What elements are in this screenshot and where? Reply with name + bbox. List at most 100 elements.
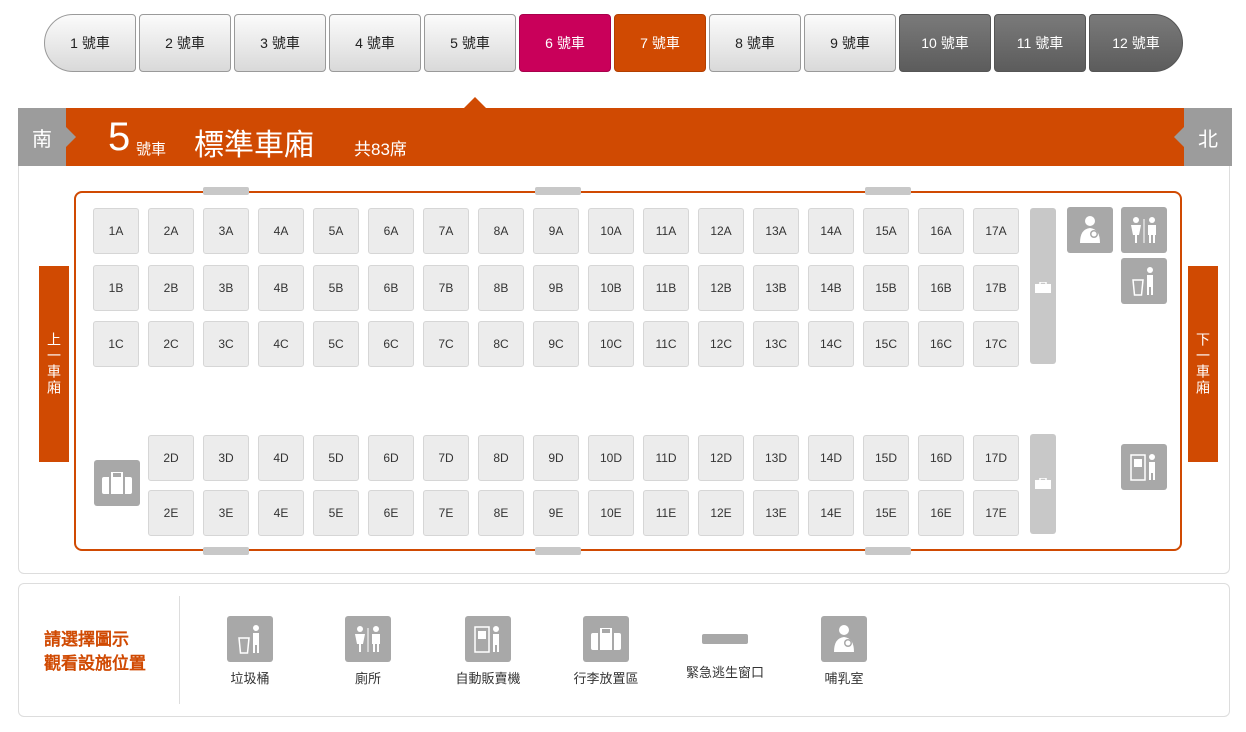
seat-15b[interactable]: 15B — [863, 265, 909, 311]
luggage-rack[interactable] — [1030, 208, 1056, 364]
seat-6d[interactable]: 6D — [368, 435, 414, 481]
seat-17c[interactable]: 17C — [973, 321, 1019, 367]
trash-can[interactable] — [1121, 258, 1167, 304]
seat-13d[interactable]: 13D — [753, 435, 799, 481]
seat-11a[interactable]: 11A — [643, 208, 689, 254]
seat-9c[interactable]: 9C — [533, 321, 579, 367]
tab-car-2[interactable]: 2 號車 — [139, 14, 231, 72]
seat-4d[interactable]: 4D — [258, 435, 304, 481]
seat-13a[interactable]: 13A — [753, 208, 799, 254]
seat-10b[interactable]: 10B — [588, 265, 634, 311]
seat-13b[interactable]: 13B — [753, 265, 799, 311]
seat-16d[interactable]: 16D — [918, 435, 964, 481]
nursing-room[interactable] — [1067, 207, 1113, 253]
seat-5a[interactable]: 5A — [313, 208, 359, 254]
seat-15a[interactable]: 15A — [863, 208, 909, 254]
tab-car-12[interactable]: 12 號車 — [1089, 14, 1183, 72]
seat-15d[interactable]: 15D — [863, 435, 909, 481]
seat-4b[interactable]: 4B — [258, 265, 304, 311]
seat-1b[interactable]: 1B — [93, 265, 139, 311]
seat-12a[interactable]: 12A — [698, 208, 744, 254]
legend-nursing-room[interactable]: 哺乳室 — [794, 616, 894, 687]
seat-9d[interactable]: 9D — [533, 435, 579, 481]
vending-machine[interactable] — [1121, 444, 1167, 490]
seat-5b[interactable]: 5B — [313, 265, 359, 311]
seat-8a[interactable]: 8A — [478, 208, 524, 254]
tab-car-1[interactable]: 1 號車 — [44, 14, 136, 72]
seat-12d[interactable]: 12D — [698, 435, 744, 481]
seat-14a[interactable]: 14A — [808, 208, 854, 254]
seat-7d[interactable]: 7D — [423, 435, 469, 481]
seat-4e[interactable]: 4E — [258, 490, 304, 536]
seat-10d[interactable]: 10D — [588, 435, 634, 481]
seat-9e[interactable]: 9E — [533, 490, 579, 536]
restroom[interactable] — [1121, 207, 1167, 253]
seat-17d[interactable]: 17D — [973, 435, 1019, 481]
seat-3c[interactable]: 3C — [203, 321, 249, 367]
seat-17b[interactable]: 17B — [973, 265, 1019, 311]
tab-car-5[interactable]: 5 號車 — [424, 14, 516, 72]
seat-12c[interactable]: 12C — [698, 321, 744, 367]
seat-17a[interactable]: 17A — [973, 208, 1019, 254]
seat-4c[interactable]: 4C — [258, 321, 304, 367]
seat-12e[interactable]: 12E — [698, 490, 744, 536]
seat-11e[interactable]: 11E — [643, 490, 689, 536]
luggage-area[interactable] — [94, 460, 140, 506]
seat-8c[interactable]: 8C — [478, 321, 524, 367]
tab-car-3[interactable]: 3 號車 — [234, 14, 326, 72]
seat-10a[interactable]: 10A — [588, 208, 634, 254]
seat-2c[interactable]: 2C — [148, 321, 194, 367]
seat-1c[interactable]: 1C — [93, 321, 139, 367]
tab-car-6[interactable]: 6 號車 — [519, 14, 611, 72]
seat-8b[interactable]: 8B — [478, 265, 524, 311]
seat-14c[interactable]: 14C — [808, 321, 854, 367]
seat-12b[interactable]: 12B — [698, 265, 744, 311]
legend-vending-machine[interactable]: 自動販賣機 — [438, 616, 538, 687]
seat-14e[interactable]: 14E — [808, 490, 854, 536]
tab-car-8[interactable]: 8 號車 — [709, 14, 801, 72]
seat-3e[interactable]: 3E — [203, 490, 249, 536]
seat-13e[interactable]: 13E — [753, 490, 799, 536]
seat-14b[interactable]: 14B — [808, 265, 854, 311]
seat-13c[interactable]: 13C — [753, 321, 799, 367]
seat-2d[interactable]: 2D — [148, 435, 194, 481]
seat-7c[interactable]: 7C — [423, 321, 469, 367]
seat-2b[interactable]: 2B — [148, 265, 194, 311]
seat-2e[interactable]: 2E — [148, 490, 194, 536]
tab-car-9[interactable]: 9 號車 — [804, 14, 896, 72]
seat-3b[interactable]: 3B — [203, 265, 249, 311]
seat-6a[interactable]: 6A — [368, 208, 414, 254]
seat-2a[interactable]: 2A — [148, 208, 194, 254]
seat-16c[interactable]: 16C — [918, 321, 964, 367]
seat-17e[interactable]: 17E — [973, 490, 1019, 536]
tab-car-4[interactable]: 4 號車 — [329, 14, 421, 72]
seat-6b[interactable]: 6B — [368, 265, 414, 311]
seat-11d[interactable]: 11D — [643, 435, 689, 481]
tab-car-11[interactable]: 11 號車 — [994, 14, 1086, 72]
seat-6e[interactable]: 6E — [368, 490, 414, 536]
legend-luggage-area[interactable]: 行李放置區 — [556, 616, 656, 687]
seat-7e[interactable]: 7E — [423, 490, 469, 536]
seat-1a[interactable]: 1A — [93, 208, 139, 254]
seat-6c[interactable]: 6C — [368, 321, 414, 367]
seat-7a[interactable]: 7A — [423, 208, 469, 254]
seat-9b[interactable]: 9B — [533, 265, 579, 311]
seat-14d[interactable]: 14D — [808, 435, 854, 481]
seat-16e[interactable]: 16E — [918, 490, 964, 536]
seat-16a[interactable]: 16A — [918, 208, 964, 254]
seat-8d[interactable]: 8D — [478, 435, 524, 481]
seat-5c[interactable]: 5C — [313, 321, 359, 367]
seat-3d[interactable]: 3D — [203, 435, 249, 481]
tab-car-7[interactable]: 7 號車 — [614, 14, 706, 72]
seat-15e[interactable]: 15E — [863, 490, 909, 536]
seat-15c[interactable]: 15C — [863, 321, 909, 367]
seat-4a[interactable]: 4A — [258, 208, 304, 254]
seat-8e[interactable]: 8E — [478, 490, 524, 536]
legend-emergency-window[interactable]: 緊急逃生窗口 — [675, 616, 775, 681]
tab-car-10[interactable]: 10 號車 — [899, 14, 991, 72]
seat-11b[interactable]: 11B — [643, 265, 689, 311]
seat-3a[interactable]: 3A — [203, 208, 249, 254]
luggage-rack[interactable] — [1030, 434, 1056, 534]
next-car-button[interactable]: 下一車廂 — [1188, 266, 1218, 462]
seat-11c[interactable]: 11C — [643, 321, 689, 367]
